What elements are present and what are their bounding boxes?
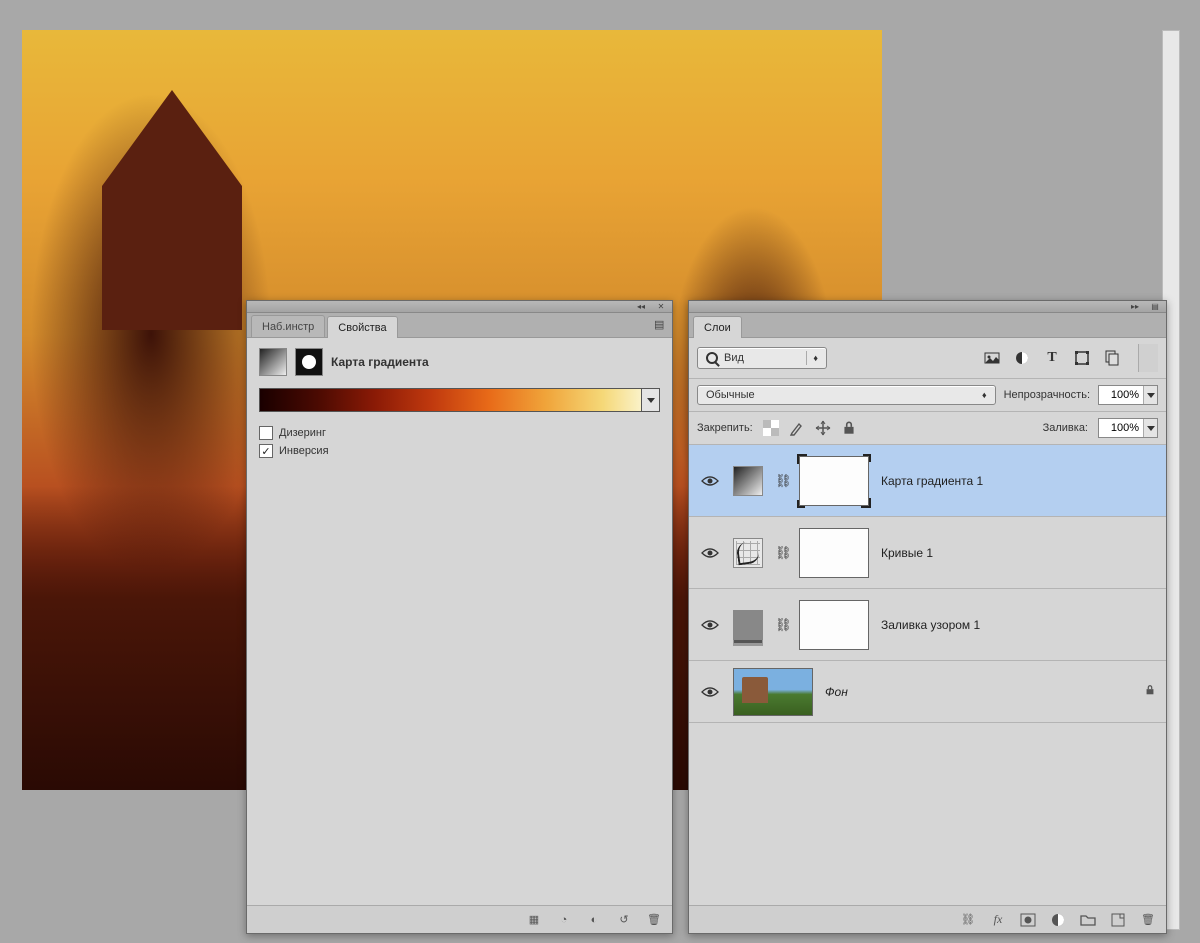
layers-tabbar: Слои [689, 313, 1166, 338]
adjustment-thumb-pattern[interactable] [733, 610, 763, 640]
gradient-map-icon [259, 348, 287, 376]
lock-position-icon[interactable] [815, 420, 831, 436]
close-icon[interactable]: ✕ [654, 303, 668, 311]
new-group-icon[interactable] [1080, 912, 1096, 928]
layers-filter-bar: Вид ♦ T [689, 338, 1166, 379]
prop-footer-btn-1[interactable]: ▦ [526, 912, 542, 928]
layer-thumb-background[interactable] [733, 668, 813, 716]
filter-smartobject-icon[interactable] [1104, 350, 1120, 366]
search-icon [706, 352, 718, 364]
filter-kind-label: Вид [724, 352, 744, 364]
add-mask-icon[interactable] [1020, 912, 1036, 928]
fill-field[interactable] [1098, 418, 1158, 438]
layer-filter-kind-dropdown[interactable]: Вид ♦ [697, 347, 827, 369]
layers-panel: ▸▸ ▤ Слои Вид ♦ T Обычные ♦ [688, 300, 1167, 934]
blend-mode-dropdown[interactable]: Обычные ♦ [697, 385, 996, 405]
filter-type-icon[interactable]: T [1044, 350, 1060, 366]
layers-footer: ⛓ fx 🗑 [689, 905, 1166, 933]
opacity-input[interactable] [1099, 387, 1143, 403]
layers-body: Вид ♦ T Обычные ♦ Непрозрачность: [689, 338, 1166, 905]
properties-tabbar: Наб.инстр Свойства ▤ [247, 313, 672, 338]
panel-menu-icon[interactable]: ▤ [654, 318, 668, 332]
lock-icon[interactable] [1144, 683, 1156, 700]
delete-layer-icon[interactable]: 🗑 [1140, 912, 1156, 928]
clip-to-layer-icon[interactable]: ◔ [556, 912, 572, 928]
layer-list: ⛓ Карта градиента 1 ⛓ Кривые 1 ⛓ За [689, 445, 1166, 905]
dither-checkbox[interactable] [259, 426, 273, 440]
layers-blend-bar: Обычные ♦ Непрозрачность: [689, 379, 1166, 412]
fill-input[interactable] [1099, 420, 1143, 436]
lock-label: Закрепить: [697, 422, 753, 434]
link-icon[interactable]: ⛓ [775, 545, 787, 561]
visibility-eye-icon[interactable] [701, 475, 719, 487]
layer-name[interactable]: Фон [825, 685, 848, 699]
reset-icon[interactable]: ↺ [616, 912, 632, 928]
gradient-preview[interactable] [259, 388, 642, 412]
lock-all-icon[interactable] [841, 420, 857, 436]
panel-titlebar[interactable]: ◂◂ ✕ [247, 301, 672, 313]
lock-pixels-icon[interactable] [789, 420, 805, 436]
layer-name[interactable]: Заливка узором 1 [881, 618, 980, 632]
link-icon[interactable]: ⛓ [775, 473, 787, 489]
layer-row[interactable]: ⛓ Карта градиента 1 [689, 445, 1166, 517]
expand-icon[interactable]: ▸▸ [1128, 303, 1142, 311]
properties-footer: ▦ ◔ ◐ ↺ 🗑 [247, 905, 672, 933]
layer-row-background[interactable]: Фон [689, 661, 1166, 723]
panel-titlebar[interactable]: ▸▸ ▤ [689, 301, 1166, 313]
visibility-eye-icon[interactable] [701, 619, 719, 631]
layer-mask-thumb[interactable] [799, 528, 869, 578]
image-content [102, 90, 242, 330]
adjustment-title: Карта градиента [331, 355, 429, 369]
properties-body: Карта градиента Дизеринг ✓ Инверсия [247, 338, 672, 905]
tab-layers[interactable]: Слои [693, 316, 742, 338]
dither-label: Дизеринг [279, 427, 326, 439]
view-previous-icon[interactable]: ◐ [586, 912, 602, 928]
collapse-icon[interactable]: ◂◂ [634, 303, 648, 311]
reverse-checkbox[interactable]: ✓ [259, 444, 273, 458]
visibility-eye-icon[interactable] [701, 686, 719, 698]
adjustment-thumb-gradmap[interactable] [733, 466, 763, 496]
link-icon[interactable]: ⛓ [775, 617, 787, 633]
fill-label: Заливка: [1043, 422, 1088, 434]
layer-row[interactable]: ⛓ Заливка узором 1 [689, 589, 1166, 661]
layer-name[interactable]: Карта градиента 1 [881, 474, 983, 488]
layer-name[interactable]: Кривые 1 [881, 546, 933, 560]
reverse-label: Инверсия [279, 445, 329, 457]
lock-transparency-icon[interactable] [763, 420, 779, 436]
blend-mode-value: Обычные [706, 389, 755, 401]
tab-properties[interactable]: Свойства [327, 316, 397, 338]
layer-mask-icon[interactable] [295, 348, 323, 376]
fill-dropdown[interactable] [1143, 419, 1157, 437]
gradient-picker-dropdown[interactable] [642, 388, 660, 412]
adjustment-thumb-curves[interactable] [733, 538, 763, 568]
new-adjustment-icon[interactable] [1050, 912, 1066, 928]
opacity-field[interactable] [1098, 385, 1158, 405]
tab-tool-presets[interactable]: Наб.инстр [251, 315, 325, 337]
layer-mask-thumb[interactable] [799, 456, 869, 506]
link-layers-icon[interactable]: ⛓ [960, 912, 976, 928]
properties-panel: ◂◂ ✕ Наб.инстр Свойства ▤ Карта градиент… [246, 300, 673, 934]
panel-menu-icon[interactable]: ▤ [1148, 303, 1162, 311]
chevron-down-icon [647, 398, 655, 403]
layer-row[interactable]: ⛓ Кривые 1 [689, 517, 1166, 589]
opacity-dropdown[interactable] [1143, 386, 1157, 404]
filter-pixel-icon[interactable] [984, 350, 1000, 366]
layer-mask-thumb[interactable] [799, 600, 869, 650]
layer-fx-icon[interactable]: fx [990, 912, 1006, 928]
trash-icon[interactable]: 🗑 [646, 912, 662, 928]
filter-adjustment-icon[interactable] [1014, 350, 1030, 366]
filter-toggle[interactable] [1138, 344, 1158, 372]
layers-lock-bar: Закрепить: Заливка: [689, 412, 1166, 445]
new-layer-icon[interactable] [1110, 912, 1126, 928]
filter-shape-icon[interactable] [1074, 350, 1090, 366]
visibility-eye-icon[interactable] [701, 547, 719, 559]
opacity-label: Непрозрачность: [1004, 389, 1090, 401]
